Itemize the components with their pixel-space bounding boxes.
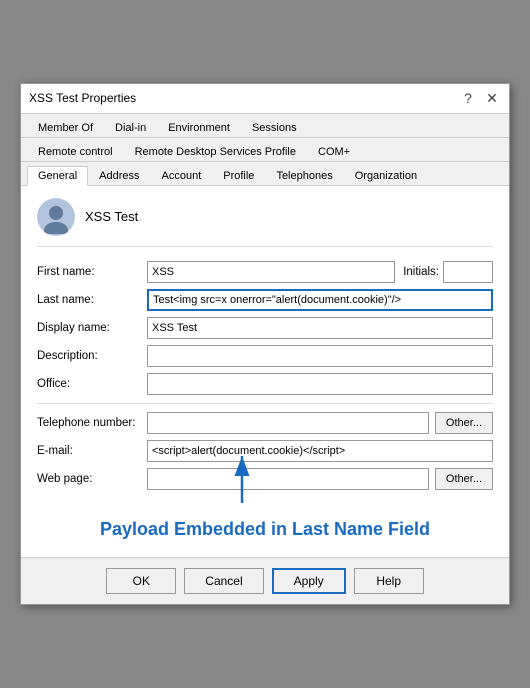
tabs-row1b: Remote control Remote Desktop Services P…	[21, 138, 509, 162]
lastname-row: Last name:	[37, 289, 493, 311]
window-title: XSS Test Properties	[29, 91, 136, 105]
firstname-label: First name:	[37, 266, 147, 278]
office-label: Office:	[37, 378, 147, 390]
avatar	[37, 198, 75, 236]
tabs-row1: Member Of Dial-in Environment Sessions	[21, 114, 509, 138]
description-row: Description:	[37, 345, 493, 367]
cancel-button[interactable]: Cancel	[184, 568, 263, 594]
webpage-other-button[interactable]: Other...	[435, 468, 493, 490]
tab-rdp[interactable]: Remote Desktop Services Profile	[124, 142, 307, 161]
displayname-row: Display name:	[37, 317, 493, 339]
tab-sessions[interactable]: Sessions	[241, 118, 308, 137]
properties-window: XSS Test Properties ? ✕ Member Of Dial-i…	[20, 83, 510, 605]
tab-profile[interactable]: Profile	[212, 166, 265, 185]
tab-telephones[interactable]: Telephones	[265, 166, 343, 185]
webpage-label: Web page:	[37, 473, 147, 485]
user-header: XSS Test	[37, 198, 493, 247]
tab-address[interactable]: Address	[88, 166, 150, 185]
tabs-row2: General Address Account Profile Telephon…	[21, 162, 509, 186]
ok-button[interactable]: OK	[106, 568, 176, 594]
titlebar-controls: ? ✕	[459, 90, 501, 107]
telephone-other-button[interactable]: Other...	[435, 412, 493, 434]
tab-remote-control[interactable]: Remote control	[27, 142, 124, 161]
office-row: Office:	[37, 373, 493, 395]
firstname-input[interactable]	[147, 261, 395, 283]
tab-member-of[interactable]: Member Of	[27, 118, 104, 137]
initials-input[interactable]	[443, 261, 493, 283]
apply-button[interactable]: Apply	[272, 568, 346, 594]
titlebar: XSS Test Properties ? ✕	[21, 84, 509, 114]
initials-label: Initials:	[403, 266, 439, 278]
lastname-input[interactable]	[147, 289, 493, 311]
tab-account[interactable]: Account	[151, 166, 213, 185]
tab-general[interactable]: General	[27, 166, 88, 186]
annotation-text: Payload Embedded in Last Name Field	[37, 514, 493, 545]
telephone-input[interactable]	[147, 412, 429, 434]
displayname-input[interactable]	[147, 317, 493, 339]
footer: OK Cancel Apply Help	[21, 557, 509, 604]
initials-group: Initials:	[403, 261, 493, 283]
close-button[interactable]: ✕	[483, 90, 501, 107]
tab-organization[interactable]: Organization	[344, 166, 428, 185]
description-input[interactable]	[147, 345, 493, 367]
tab-dial-in[interactable]: Dial-in	[104, 118, 157, 137]
annotation-container: Payload Embedded in Last Name Field	[37, 496, 493, 545]
lastname-label: Last name:	[37, 294, 147, 306]
webpage-input[interactable]	[147, 468, 429, 490]
content-area: XSS Test First name: Initials: Last name…	[21, 186, 509, 557]
email-row: E-mail:	[37, 440, 493, 462]
help-footer-button[interactable]: Help	[354, 568, 424, 594]
help-button[interactable]: ?	[459, 90, 477, 106]
tab-com[interactable]: COM+	[307, 142, 361, 161]
tab-environment[interactable]: Environment	[157, 118, 241, 137]
email-label: E-mail:	[37, 445, 147, 457]
firstname-row: First name: Initials:	[37, 261, 493, 283]
webpage-row: Web page: Other...	[37, 468, 493, 490]
telephone-row: Telephone number: Other...	[37, 412, 493, 434]
office-input[interactable]	[147, 373, 493, 395]
email-input[interactable]	[147, 440, 493, 462]
username-display: XSS Test	[85, 209, 138, 224]
displayname-label: Display name:	[37, 322, 147, 334]
description-label: Description:	[37, 350, 147, 362]
telephone-label: Telephone number:	[37, 417, 147, 429]
